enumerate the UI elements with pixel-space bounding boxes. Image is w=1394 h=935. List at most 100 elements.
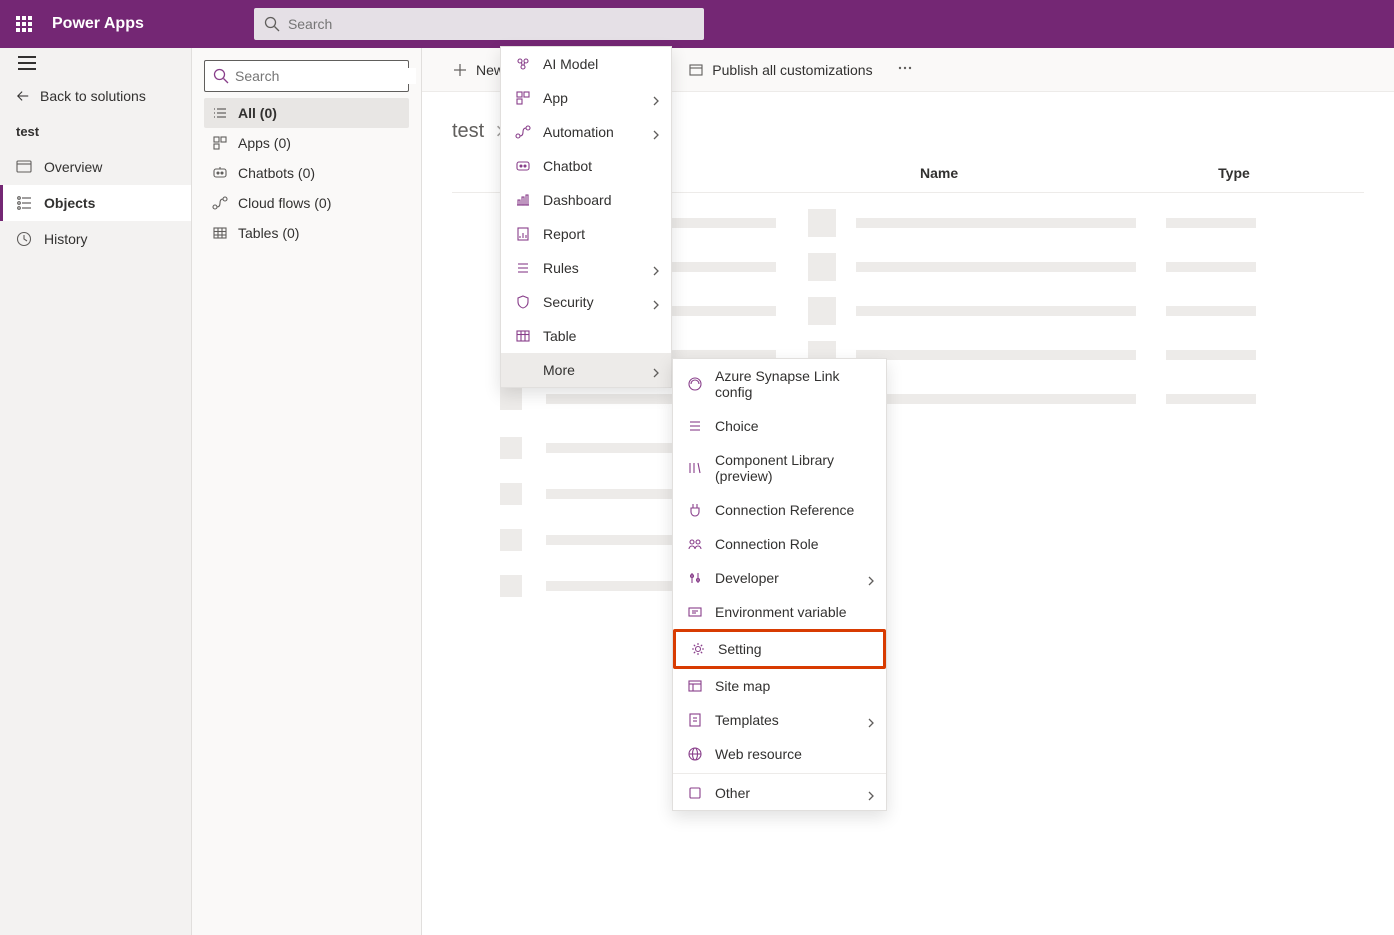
new-menu: AI Model App Automation Chatbot Dashboard Rep… xyxy=(500,46,672,388)
tree-label: Apps (0) xyxy=(238,135,291,151)
menu-item-templates[interactable]: Templates xyxy=(673,703,886,737)
menu-item-other[interactable]: Other xyxy=(673,776,886,810)
column-name[interactable]: Name xyxy=(920,165,958,181)
menu-item-connection-reference[interactable]: Connection Reference xyxy=(673,493,886,527)
tree-label: Cloud flows (0) xyxy=(238,195,331,211)
tree-search-input[interactable] xyxy=(235,68,416,84)
tree-item-chatbots[interactable]: Chatbots (0) xyxy=(204,158,409,188)
environment-variable-icon xyxy=(687,604,703,620)
menu-item-azure-synapse-link-config[interactable]: Azure Synapse Link config xyxy=(673,359,886,409)
report-icon xyxy=(515,226,531,242)
tree-label: Chatbots (0) xyxy=(238,165,315,181)
menu-item-app[interactable]: App xyxy=(501,81,671,115)
chevron-right-icon xyxy=(651,263,661,273)
skeleton-row xyxy=(452,483,1364,505)
tree-search[interactable] xyxy=(204,60,409,92)
header-search[interactable] xyxy=(254,8,704,40)
site-map-icon xyxy=(687,678,703,694)
object-tree-panel: All (0) Apps (0) Chatbots (0) Cloud flow… xyxy=(192,48,422,935)
menu-item-choice[interactable]: Choice xyxy=(673,409,886,443)
menu-item-label: AI Model xyxy=(543,56,598,72)
nav-item-overview[interactable]: Overview xyxy=(0,149,191,185)
component-library-preview--icon xyxy=(687,460,703,476)
back-to-solutions-link[interactable]: Back to solutions xyxy=(0,78,191,114)
menu-item-label: Environment variable xyxy=(715,604,847,620)
publish-label: Publish all customizations xyxy=(712,62,872,78)
menu-item-component-library-preview-[interactable]: Component Library (preview) xyxy=(673,443,886,493)
tree-item-apps[interactable]: Apps (0) xyxy=(204,128,409,158)
nav-item-objects[interactable]: Objects xyxy=(0,185,191,221)
menu-item-developer[interactable]: Developer xyxy=(673,561,886,595)
menu-item-setting[interactable]: Setting xyxy=(676,632,883,666)
chatbot-icon xyxy=(515,158,531,174)
menu-item-report[interactable]: Report xyxy=(501,217,671,251)
highlight-callout: Setting xyxy=(673,629,886,669)
plus-icon xyxy=(452,62,468,78)
chevron-right-icon xyxy=(866,788,876,798)
apps-icon xyxy=(212,135,228,151)
overflow-button[interactable] xyxy=(887,54,923,85)
back-label: Back to solutions xyxy=(40,88,146,104)
security-icon xyxy=(515,294,531,310)
menu-item-rules[interactable]: Rules xyxy=(501,251,671,285)
menu-item-dashboard[interactable]: Dashboard xyxy=(501,183,671,217)
header-search-input[interactable] xyxy=(288,16,694,32)
menu-item-label: Azure Synapse Link config xyxy=(715,368,872,400)
tree-item-cloud-flows[interactable]: Cloud flows (0) xyxy=(204,188,409,218)
menu-item-label: Connection Reference xyxy=(715,502,854,518)
new-more-submenu: Azure Synapse Link config ChoiceComponent… xyxy=(672,358,887,811)
menu-item-environment-variable[interactable]: Environment variable xyxy=(673,595,886,629)
menu-item-web-resource[interactable]: Web resource xyxy=(673,737,886,771)
menu-item-label: App xyxy=(543,90,568,106)
menu-item-label: Dashboard xyxy=(543,192,612,208)
tree-item-tables[interactable]: Tables (0) xyxy=(204,218,409,248)
web-resource-icon xyxy=(687,746,703,762)
menu-item-label: Chatbot xyxy=(543,158,592,174)
other-icon xyxy=(687,785,703,801)
more-icon xyxy=(897,60,913,76)
skeleton-row xyxy=(452,437,1364,459)
menu-item-chatbot[interactable]: Chatbot xyxy=(501,149,671,183)
menu-item-label: Rules xyxy=(543,260,579,276)
main-content: New Add existing Publish all customizati… xyxy=(422,48,1394,935)
skeleton-row xyxy=(452,529,1364,551)
table-icon xyxy=(515,328,531,344)
tree-label: Tables (0) xyxy=(238,225,299,241)
tree-label: All (0) xyxy=(238,105,277,121)
column-type[interactable]: Type xyxy=(1218,165,1250,181)
chevron-right-icon xyxy=(651,93,661,103)
solution-name: test xyxy=(0,114,191,149)
nav-label: Overview xyxy=(44,159,102,175)
app-icon xyxy=(515,90,531,106)
menu-item-label: Templates xyxy=(715,712,779,728)
chevron-right-icon xyxy=(866,573,876,583)
chatbot-icon xyxy=(212,165,228,181)
breadcrumb-root[interactable]: test xyxy=(452,120,484,143)
menu-item-more[interactable]: More xyxy=(501,353,671,387)
left-rail: Back to solutions test Overview Objects … xyxy=(0,48,192,935)
menu-item-connection-role[interactable]: Connection Role xyxy=(673,527,886,561)
skeleton-row xyxy=(452,575,1364,597)
menu-item-label: Setting xyxy=(718,641,762,657)
menu-item-automation[interactable]: Automation xyxy=(501,115,671,149)
nav-toggle-button[interactable] xyxy=(0,48,191,78)
menu-item-ai-model[interactable]: AI Model xyxy=(501,47,671,81)
tree-item-all[interactable]: All (0) xyxy=(204,98,409,128)
templates-icon xyxy=(687,712,703,728)
menu-item-label: Security xyxy=(543,294,594,310)
menu-item-label: Other xyxy=(715,785,750,801)
menu-item-security[interactable]: Security xyxy=(501,285,671,319)
nav-label: History xyxy=(44,231,88,247)
skeleton-row xyxy=(452,385,1364,413)
app-header: Power Apps xyxy=(0,0,1394,48)
nav-item-history[interactable]: History xyxy=(0,221,191,257)
rules-icon xyxy=(515,260,531,276)
search-icon xyxy=(264,16,280,32)
app-launcher-icon[interactable] xyxy=(0,16,48,32)
publish-button[interactable]: Publish all customizations xyxy=(678,56,882,84)
menu-item-label: Connection Role xyxy=(715,536,819,552)
list-all-icon xyxy=(212,105,228,121)
menu-item-table[interactable]: Table xyxy=(501,319,671,353)
choice-icon xyxy=(687,418,703,434)
menu-item-site-map[interactable]: Site map xyxy=(673,669,886,703)
